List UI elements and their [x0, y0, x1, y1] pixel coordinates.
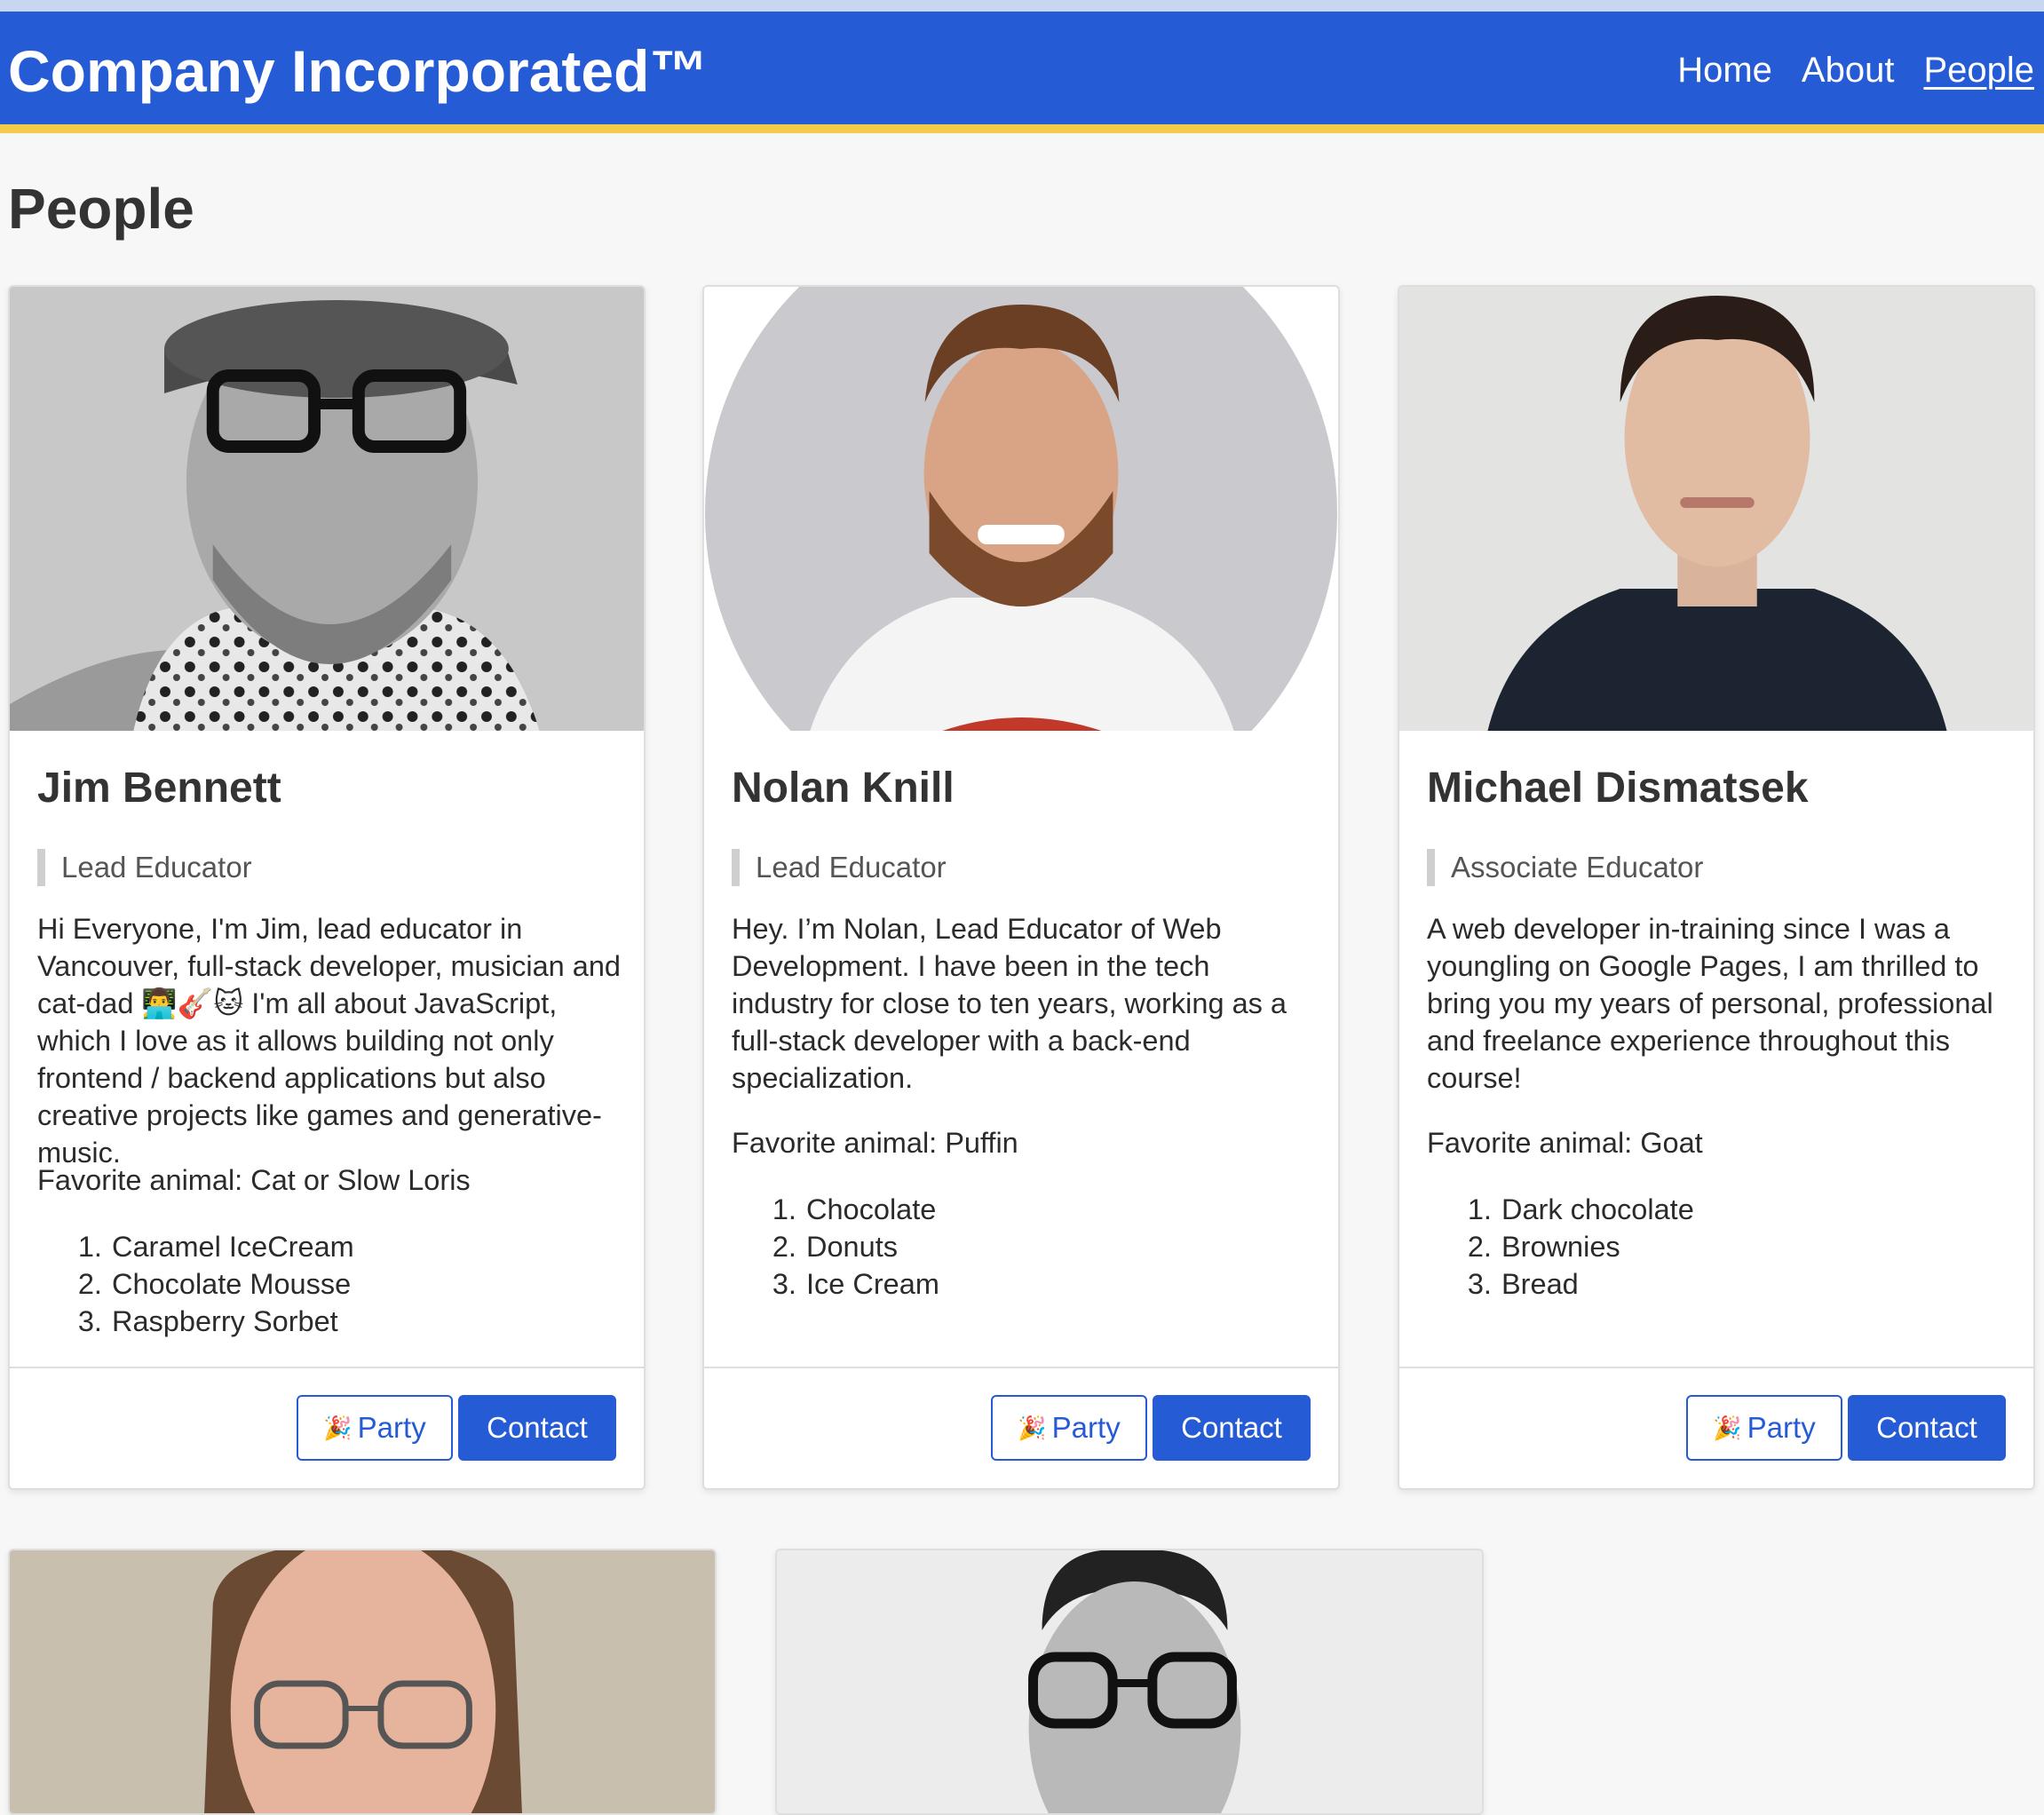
party-button-label: Party	[1051, 1411, 1121, 1444]
list-item: Chocolate	[804, 1191, 939, 1228]
person-name: Michael Dismatsek	[1427, 765, 1809, 812]
treat-list: Chocolate Donuts Ice Cream	[732, 1191, 939, 1303]
card-footer-divider	[704, 1367, 1338, 1368]
person-role: Lead Educator	[37, 849, 252, 886]
party-popper-icon: 🎉	[1018, 1414, 1047, 1441]
person-bio: Hey. I’m Nolan, Lead Educator of Web Dev…	[732, 913, 1287, 1094]
browser-top-strip	[0, 0, 2044, 12]
card-footer-divider	[1399, 1367, 2033, 1368]
person-role: Lead Educator	[732, 849, 947, 886]
page-title: People	[8, 177, 194, 241]
card-footer-divider	[10, 1367, 644, 1368]
person-photo	[777, 1550, 1482, 1813]
person-bio: Hi Everyone, I'm Jim, lead educator in V…	[37, 913, 621, 1169]
nav-link-about[interactable]: About	[1802, 49, 1895, 91]
list-item: Chocolate Mousse	[110, 1265, 354, 1303]
list-item: Raspberry Sorbet	[110, 1303, 354, 1340]
person-photo	[10, 1550, 715, 1813]
person-card-nolan-knill: Nolan Knill Lead Educator Hey. I’m Nolan…	[702, 285, 1340, 1490]
person-role: Associate Educator	[1427, 849, 1703, 886]
treat-list: Caramel IceCream Chocolate Mousse Raspbe…	[37, 1228, 354, 1340]
person-name: Jim Bennett	[37, 765, 281, 812]
party-button-label: Party	[357, 1411, 426, 1444]
list-item: Brownies	[1500, 1228, 1694, 1265]
person-name: Nolan Knill	[732, 765, 955, 812]
party-popper-icon: 🎉	[1713, 1414, 1742, 1441]
site-header: Company Incorporated™ Home About People	[0, 12, 2044, 133]
favorite-animal: Favorite animal: Goat	[1427, 1127, 1703, 1159]
list-item: Caramel IceCream	[110, 1228, 354, 1265]
treat-list: Dark chocolate Brownies Bread	[1427, 1191, 1694, 1303]
favorite-animal: Favorite animal: Puffin	[732, 1127, 1018, 1159]
person-card-partial-2	[775, 1549, 1484, 1815]
person-card-partial-1	[8, 1549, 717, 1815]
nav-link-people[interactable]: People	[1923, 49, 2034, 91]
person-card-jim-bennett: Jim Bennett Lead Educator Hi Everyone, I…	[8, 285, 646, 1490]
list-item: Ice Cream	[804, 1265, 939, 1303]
contact-button[interactable]: Contact	[1848, 1395, 2006, 1461]
party-button[interactable]: 🎉 Party	[991, 1395, 1147, 1461]
party-button-label: Party	[1747, 1411, 1816, 1444]
main-nav: Home About People	[1677, 49, 2034, 91]
contact-button[interactable]: Contact	[1153, 1395, 1311, 1461]
party-button[interactable]: 🎉 Party	[1686, 1395, 1842, 1461]
list-item: Bread	[1500, 1265, 1694, 1303]
list-item: Dark chocolate	[1500, 1191, 1694, 1228]
party-popper-icon: 🎉	[323, 1414, 353, 1441]
favorite-animal: Favorite animal: Cat or Slow Loris	[37, 1164, 471, 1196]
brand-title[interactable]: Company Incorporated™	[8, 38, 708, 106]
person-bio: A web developer in-training since I was …	[1427, 913, 1993, 1094]
contact-button[interactable]: Contact	[458, 1395, 616, 1461]
nav-link-home[interactable]: Home	[1677, 49, 1772, 91]
party-button[interactable]: 🎉 Party	[297, 1395, 453, 1461]
list-item: Donuts	[804, 1228, 939, 1265]
person-card-michael-dismatsek: Michael Dismatsek Associate Educator A w…	[1398, 285, 2035, 1490]
